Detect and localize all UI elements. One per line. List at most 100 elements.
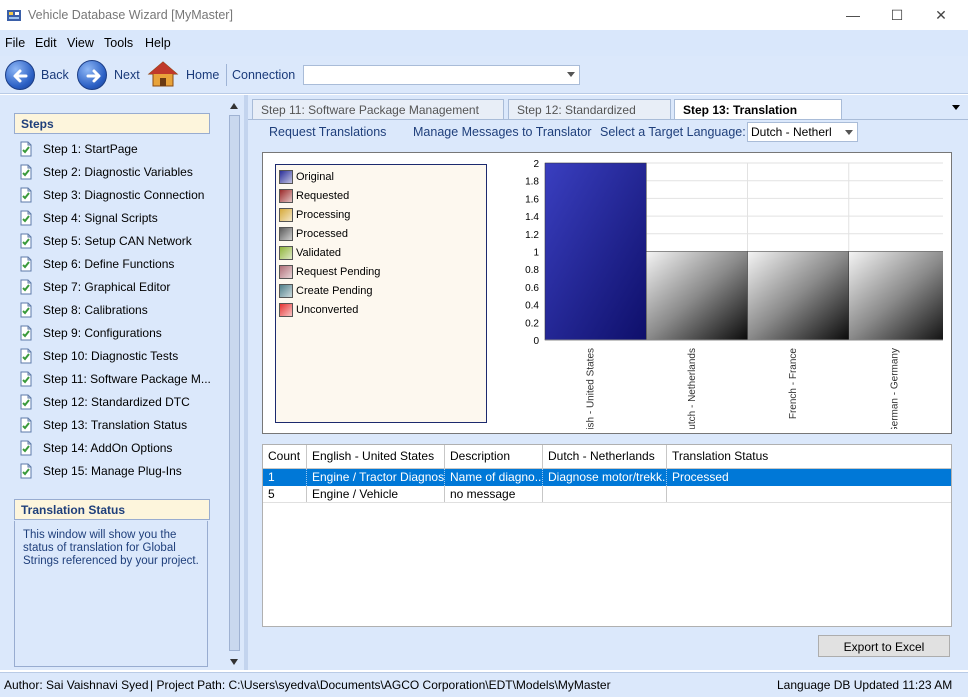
tab-step-12[interactable]: Step 12: Standardized DTC — [508, 99, 671, 131]
legend-label: Original — [296, 171, 334, 183]
sidebar-step-label: Step 2: Diagnostic Variables — [43, 165, 193, 179]
step-page-icon — [20, 348, 32, 364]
sidebar-step-3[interactable]: Step 3: Diagnostic Connection — [18, 186, 218, 204]
app-icon — [7, 10, 21, 21]
step-page-icon — [20, 440, 32, 456]
target-language-select[interactable]: Dutch - Netherl — [747, 122, 858, 142]
menu-help[interactable]: Help — [145, 36, 171, 50]
column-translation-status[interactable]: Translation Status — [667, 445, 951, 468]
legend-label: Unconverted — [296, 304, 359, 316]
sidebar-step-14[interactable]: Step 14: AddOn Options — [18, 439, 218, 457]
tab-step-13[interactable]: Step 13: Translation Status — [674, 99, 842, 131]
request-translations-button[interactable]: Request Translations — [269, 125, 386, 139]
grid-header: Count English - United States Descriptio… — [263, 445, 951, 469]
sidebar-step-label: Step 1: StartPage — [43, 142, 138, 156]
back-button[interactable]: Back — [41, 68, 69, 82]
legend-swatch — [279, 265, 293, 279]
steps-header: Steps — [14, 113, 210, 134]
cell-count: 5 — [263, 486, 307, 502]
title-bar: Vehicle Database Wizard [MyMaster] — ☐ ✕ — [0, 0, 968, 30]
sidebar-step-1[interactable]: Step 1: StartPage — [18, 140, 218, 158]
sidebar-step-13[interactable]: Step 13: Translation Status — [18, 416, 218, 434]
sidebar-step-10[interactable]: Step 10: Diagnostic Tests — [18, 347, 218, 365]
menu-bar: File Edit View Tools Help — [0, 30, 968, 56]
x-tick-label: English - United States — [586, 348, 597, 429]
back-arrow-icon[interactable] — [5, 60, 35, 90]
next-arrow-icon[interactable] — [77, 60, 107, 90]
column-count[interactable]: Count — [263, 445, 307, 468]
scroll-down-icon[interactable] — [230, 659, 238, 665]
step-page-icon — [20, 394, 32, 410]
tab-step-11[interactable]: Step 11: Software Package Management — [252, 99, 504, 119]
next-button[interactable]: Next — [114, 68, 140, 82]
cell-status: Processed — [672, 470, 729, 484]
steps-panel: Steps Step 1: StartPage Step 2: Diagnosti… — [0, 95, 244, 670]
table-row[interactable]: 1 Engine / Tractor Diagnos... Name of di… — [263, 469, 951, 486]
sidebar-step-9[interactable]: Step 9: Configurations — [18, 324, 218, 342]
menu-tools[interactable]: Tools — [104, 36, 133, 50]
sidebar-step-label: Step 13: Translation Status — [43, 418, 188, 432]
tab-label: Step 11: Software Package Management — [261, 103, 479, 117]
sidebar-step-11[interactable]: Step 11: Software Package M... — [18, 370, 218, 388]
status-project-path: | Project Path: C:\Users\syedva\Document… — [150, 678, 611, 692]
legend-swatch — [279, 208, 293, 222]
step-page-icon — [20, 302, 32, 318]
menu-edit[interactable]: Edit — [35, 36, 57, 50]
chevron-down-icon[interactable] — [567, 72, 575, 77]
sidebar-step-6[interactable]: Step 6: Define Functions — [18, 255, 218, 273]
y-tick-label: 0.4 — [525, 301, 539, 312]
selected-language: Dutch - Netherl — [751, 125, 832, 139]
minimize-button[interactable]: — — [830, 0, 876, 30]
bar-processed — [646, 251, 748, 341]
step-page-icon — [20, 463, 32, 479]
cell-dutch — [543, 486, 667, 502]
sidebar-step-label: Step 5: Setup CAN Network — [43, 234, 192, 248]
sidebar-step-5[interactable]: Step 5: Setup CAN Network — [18, 232, 218, 250]
table-row[interactable]: 5 Engine / Vehicle no message — [263, 486, 951, 503]
sidebar-step-label: Step 12: Standardized DTC — [43, 395, 190, 409]
bar-processed — [848, 251, 943, 341]
strings-grid[interactable]: Count English - United States Descriptio… — [262, 444, 952, 627]
y-tick-label: 1.6 — [525, 194, 539, 205]
manage-messages-button[interactable]: Manage Messages to Translator — [413, 125, 592, 139]
sidebar-step-15[interactable]: Step 15: Manage Plug-Ins — [18, 462, 218, 480]
menu-view[interactable]: View — [67, 36, 94, 50]
sidebar-step-8[interactable]: Step 8: Calibrations — [18, 301, 218, 319]
sidebar-step-label: Step 7: Graphical Editor — [43, 280, 171, 294]
sidebar-step-2[interactable]: Step 2: Diagnostic Variables — [18, 163, 218, 181]
chevron-down-icon[interactable] — [845, 130, 853, 135]
home-icon[interactable] — [147, 60, 179, 88]
scroll-up-icon[interactable] — [230, 103, 238, 109]
x-tick-text: German - Germany — [889, 348, 900, 429]
status-author: Author: Sai Vaishnavi Syed — [4, 678, 149, 692]
menu-file[interactable]: File — [5, 36, 25, 50]
column-english[interactable]: English - United States — [307, 445, 445, 468]
column-dutch[interactable]: Dutch - Netherlands — [543, 445, 667, 468]
chart-legend: Original Requested Processing Processed Vali… — [275, 164, 487, 423]
sidebar-step-12[interactable]: Step 12: Standardized DTC — [18, 393, 218, 411]
step-page-icon — [20, 164, 32, 180]
maximize-button[interactable]: ☐ — [874, 0, 920, 30]
cell-english: Engine / Vehicle — [307, 486, 445, 502]
x-tick-label: German - Germany — [889, 348, 900, 429]
legend-label: Processing — [296, 209, 351, 221]
cell-dutch: Diagnose motor/trekk... — [543, 469, 667, 486]
tab-list-chevron-icon[interactable] — [952, 105, 960, 110]
close-button[interactable]: ✕ — [918, 0, 964, 30]
export-to-excel-button[interactable]: Export to Excel — [818, 635, 950, 657]
scroll-thumb[interactable] — [229, 115, 240, 651]
sidebar-step-label: Step 9: Configurations — [43, 326, 162, 340]
sidebar-step-label: Step 14: AddOn Options — [43, 441, 173, 455]
home-button[interactable]: Home — [186, 68, 219, 82]
steps-scrollbar[interactable] — [227, 101, 242, 668]
sidebar-step-7[interactable]: Step 7: Graphical Editor — [18, 278, 218, 296]
legend-swatch — [279, 189, 293, 203]
x-tick-label: French - France — [788, 348, 799, 420]
x-tick-text: English - United States — [586, 348, 597, 429]
sidebar-step-4[interactable]: Step 4: Signal Scripts — [18, 209, 218, 227]
x-tick-text: French - France — [788, 348, 799, 420]
column-description[interactable]: Description — [445, 445, 543, 468]
main-area: Step 11: Software Package Management Ste… — [248, 95, 968, 670]
connection-combo[interactable] — [303, 65, 580, 85]
cell-status — [667, 486, 951, 502]
